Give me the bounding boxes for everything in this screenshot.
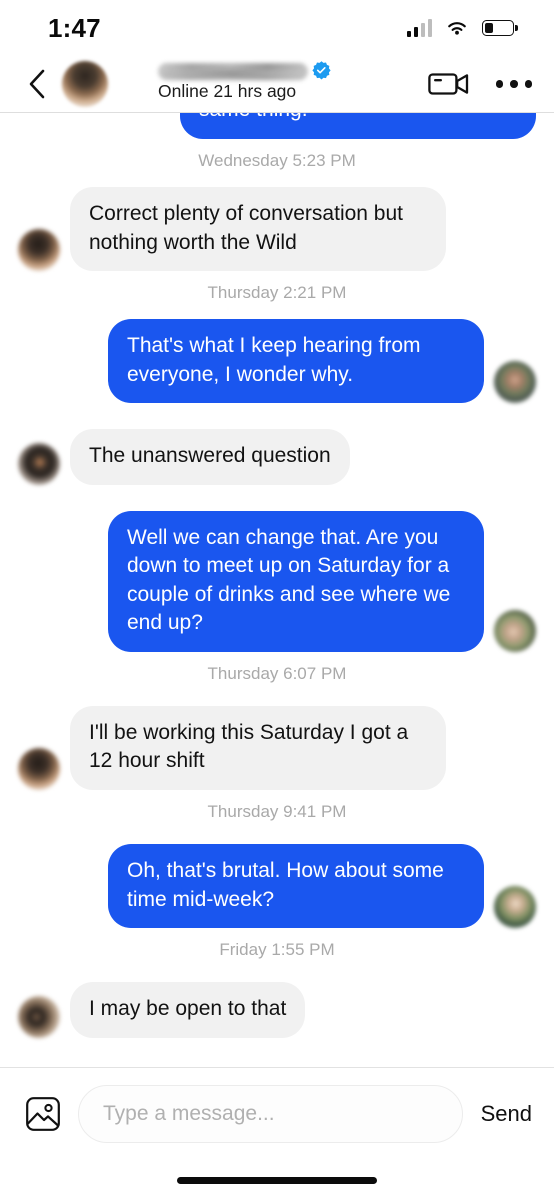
header-actions [427, 70, 532, 98]
wifi-icon [448, 22, 466, 35]
status-bar-time: 1:47 [48, 12, 101, 43]
message-bubble-clipped: same thing. [180, 113, 536, 139]
image-attachment-button[interactable] [24, 1095, 62, 1133]
message-timestamp: Thursday 2:21 PM [207, 283, 347, 303]
contact-avatar[interactable] [62, 61, 108, 107]
back-chevron-icon [29, 69, 45, 99]
message-composer: Send [0, 1068, 554, 1160]
avatar[interactable] [18, 442, 60, 485]
message-row: Correct plenty of conversation but nothi… [18, 187, 536, 272]
message-row: I may be open to that [18, 982, 536, 1038]
message-row: The unanswered question [18, 429, 536, 485]
avatar[interactable] [494, 609, 536, 652]
message-row-clipped: same thing. [18, 113, 536, 139]
contact-online-status: Online 21 hrs ago [158, 81, 297, 101]
video-call-button[interactable] [427, 70, 470, 98]
contact-name-redacted [158, 63, 308, 80]
avatar[interactable] [494, 886, 536, 929]
cellular-signal-icon [406, 19, 432, 37]
message-list[interactable]: same thing. Wednesday 5:23 PM Correct pl… [0, 113, 554, 1067]
avatar[interactable] [18, 995, 60, 1038]
message-timestamp: Thursday 6:07 PM [207, 663, 347, 683]
avatar[interactable] [494, 361, 536, 404]
status-bar: 1:47 [0, 0, 554, 56]
avatar[interactable] [18, 748, 60, 791]
message-row: That's what I keep hearing from everyone… [18, 319, 536, 404]
message-bubble-outgoing[interactable]: Well we can change that. Are you down to… [108, 510, 484, 652]
message-timestamp: Friday 1:55 PM [219, 940, 335, 960]
message-row: I'll be working this Saturday I got a 12… [18, 705, 536, 791]
more-options-icon [495, 80, 503, 88]
message-bubble-incoming[interactable]: I may be open to that [70, 982, 306, 1038]
home-indicator-area [0, 1160, 554, 1200]
message-timestamp: Wednesday 5:23 PM [198, 151, 356, 170]
image-attachment-icon [26, 1097, 60, 1131]
message-row: Oh, that's brutal. How about some time m… [18, 844, 536, 929]
verified-badge-icon [312, 61, 331, 80]
message-bubble-incoming[interactable]: Correct plenty of conversation but nothi… [70, 187, 446, 272]
battery-icon [482, 20, 514, 36]
message-input[interactable] [103, 1102, 438, 1126]
message-timestamp: Thursday 9:41 PM [207, 802, 347, 822]
video-camera-icon [427, 73, 468, 95]
status-bar-indicators [406, 19, 514, 37]
message-row: Well we can change that. Are you down to… [18, 510, 536, 652]
send-button[interactable]: Send [479, 1095, 534, 1133]
home-indicator[interactable] [177, 1176, 377, 1184]
message-bubble-outgoing[interactable]: Oh, that's brutal. How about some time m… [108, 844, 484, 929]
message-bubble-outgoing[interactable]: That's what I keep hearing from everyone… [108, 319, 484, 404]
message-bubble-incoming[interactable]: I'll be working this Saturday I got a 12… [70, 705, 446, 791]
back-button[interactable] [18, 65, 56, 103]
chat-screen: 1:47 Online 21 hrs ago Wednesday 5:23 PM… [0, 0, 554, 1200]
more-options-button[interactable] [495, 80, 532, 88]
contact-identity[interactable]: Online 21 hrs ago [118, 61, 420, 107]
chat-header: Online 21 hrs ago [0, 56, 554, 112]
avatar[interactable] [18, 229, 60, 272]
message-bubble-incoming[interactable]: The unanswered question [70, 429, 350, 485]
message-input-wrapper[interactable] [78, 1085, 463, 1143]
